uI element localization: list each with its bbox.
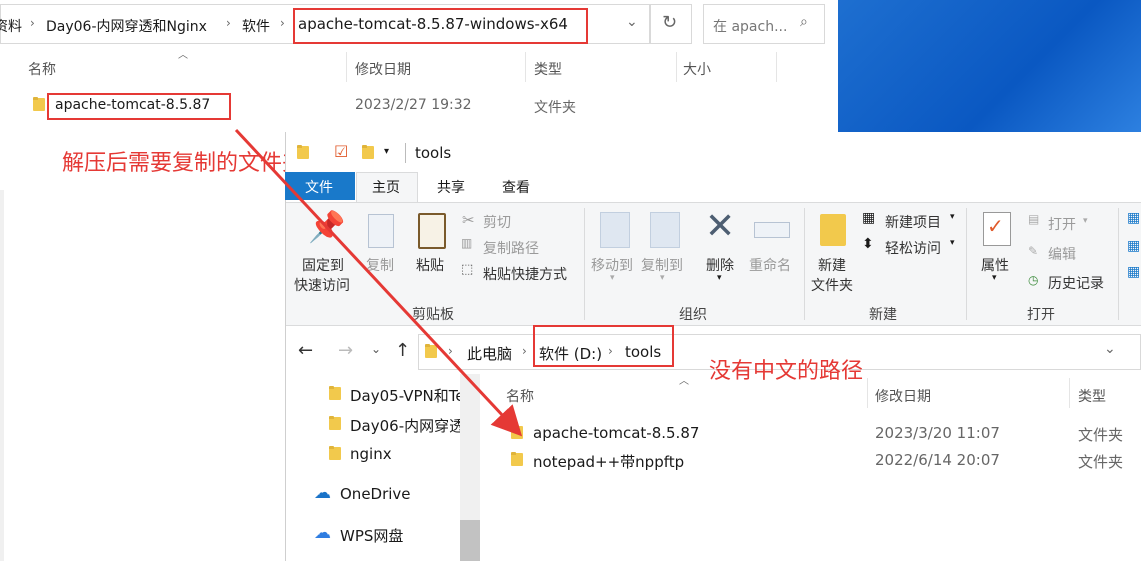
annotation-arrow (234, 128, 523, 437)
